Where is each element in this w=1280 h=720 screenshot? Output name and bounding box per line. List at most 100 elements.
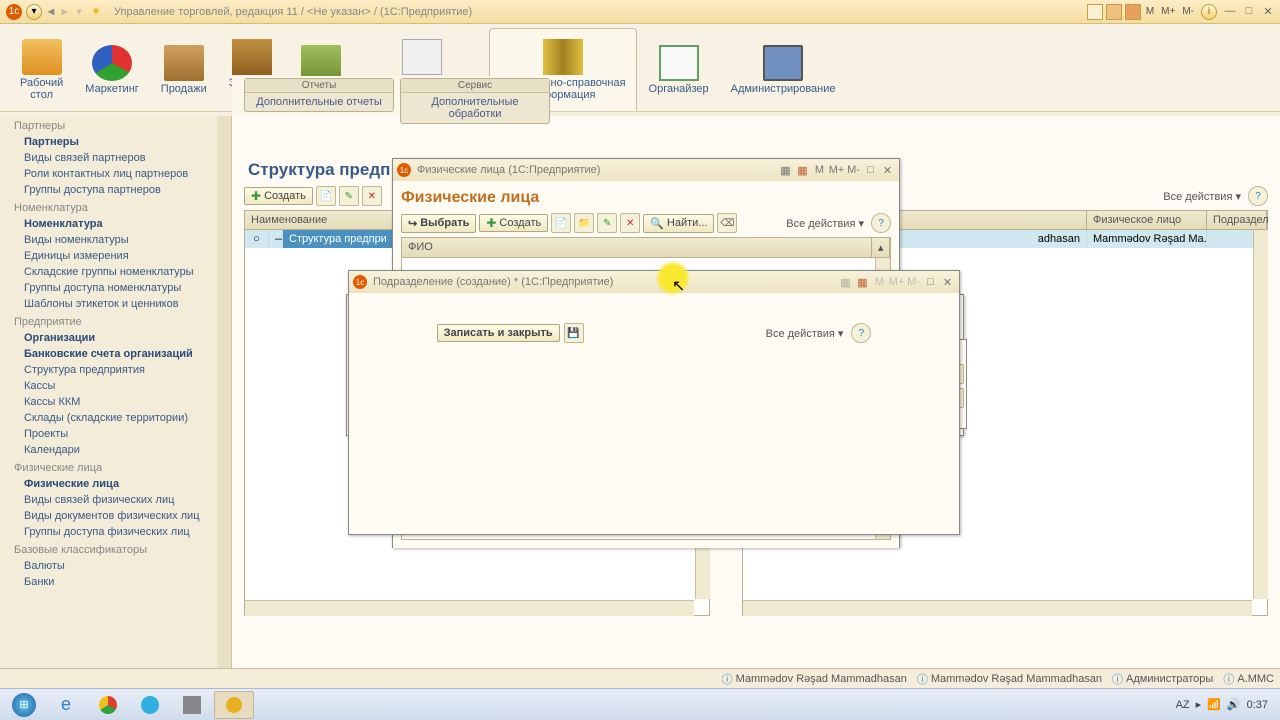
create-button[interactable]: ✚Создать <box>244 187 313 205</box>
col-fiz[interactable]: Физическое лицо <box>1087 211 1207 229</box>
delete-button[interactable]: ✕ <box>620 213 640 233</box>
tray-vol-icon[interactable]: 🔊 <box>1227 698 1241 711</box>
ribbon-admin[interactable]: Администрирование <box>721 28 846 111</box>
nav-item[interactable]: Роли контактных лиц партнеров <box>0 166 231 182</box>
taskbar-chrome[interactable] <box>88 691 128 719</box>
find-button[interactable]: 🔍Найти... <box>643 214 714 233</box>
nav-back-icon[interactable]: ◄ <box>44 6 58 18</box>
nav-item[interactable]: Банки <box>0 574 231 590</box>
grid-vscroll[interactable] <box>1253 230 1268 599</box>
help-button[interactable]: ? <box>871 213 891 233</box>
modal-m-[interactable]: M- <box>846 163 861 178</box>
nav-item[interactable]: Виды номенклатуры <box>0 232 231 248</box>
nav-item[interactable]: Группы доступа партнеров <box>0 182 231 198</box>
clock[interactable]: 0:37 <box>1247 699 1268 711</box>
nav-item[interactable]: Партнеры <box>0 134 231 150</box>
modal-max-icon[interactable]: □ <box>863 163 878 178</box>
nav-item[interactable]: Физические лица <box>0 476 231 492</box>
all-actions-dd[interactable]: Все действия ▾ <box>782 217 868 230</box>
delete-button[interactable]: ✕ <box>362 186 382 206</box>
nav-item[interactable]: Кассы ККМ <box>0 394 231 410</box>
ribbon-sales[interactable]: Продажи <box>151 28 217 111</box>
modal-tool-icon[interactable]: ▦ <box>838 275 853 290</box>
nav-scrollbar[interactable] <box>217 116 231 692</box>
system-tray[interactable]: AZ ▸ 📶 🔊 0:37 <box>1176 698 1276 711</box>
lang-indicator[interactable]: AZ <box>1176 699 1190 711</box>
nav-dd-icon[interactable]: ▾ <box>72 5 86 18</box>
modal-m-[interactable]: M- <box>906 275 921 290</box>
create-button[interactable]: ✚Создать <box>479 214 548 232</box>
nav-item[interactable]: Организации <box>0 330 231 346</box>
modal-tool2-icon[interactable]: ▦ <box>855 275 870 290</box>
save-button[interactable]: 💾 <box>564 323 584 343</box>
clear-filter-button[interactable]: ⌫ <box>717 213 737 233</box>
nav-item[interactable]: Шаблоны этикеток и ценников <box>0 296 231 312</box>
help-button[interactable]: ? <box>1248 186 1268 206</box>
nav-item[interactable]: Склады (складские территории) <box>0 410 231 426</box>
save-close-button[interactable]: Записать и закрыть <box>437 324 560 342</box>
nav-item[interactable]: Виды связей партнеров <box>0 150 231 166</box>
modal-m[interactable]: M <box>872 275 887 290</box>
tb-tool2-icon[interactable] <box>1106 4 1122 20</box>
close-button[interactable]: ✕ <box>1260 5 1276 19</box>
subtab-service[interactable]: Сервис Дополнительные обработки <box>400 78 550 124</box>
copy-button[interactable]: 📄 <box>316 186 336 206</box>
modal-close-icon[interactable]: ✕ <box>880 163 895 178</box>
tb-tool1-icon[interactable] <box>1087 4 1103 20</box>
nav-fwd-icon[interactable]: ► <box>58 6 72 18</box>
nav-item[interactable]: Банковские счета организаций <box>0 346 231 362</box>
modal-m[interactable]: M <box>812 163 827 178</box>
status-user2[interactable]: ⓘMammədov Rəşad Mammadhasan <box>917 671 1102 687</box>
edit-button[interactable]: ✎ <box>339 186 359 206</box>
folder-button[interactable]: 📁 <box>574 213 594 233</box>
all-actions-dd[interactable]: Все действия ▾ <box>1159 190 1245 203</box>
nav-item[interactable]: Валюты <box>0 558 231 574</box>
status-group[interactable]: ⓘАдминистраторы <box>1112 671 1213 687</box>
subtab-reports[interactable]: Отчеты Дополнительные отчеты <box>244 78 394 112</box>
modal-tool2-icon[interactable]: ▦ <box>795 163 810 178</box>
copy-button[interactable]: 📄 <box>551 213 571 233</box>
help-icon[interactable]: i <box>1201 4 1217 20</box>
ribbon-organizer[interactable]: Органайзер <box>639 28 719 111</box>
modal-m+[interactable]: M+ <box>829 163 844 178</box>
modal-max-icon[interactable]: □ <box>923 275 938 290</box>
tray-flag-icon[interactable]: ▸ <box>1196 698 1202 711</box>
nav-item[interactable]: Виды документов физических лиц <box>0 508 231 524</box>
nav-item[interactable]: Проекты <box>0 426 231 442</box>
ribbon-desktop[interactable]: Рабочийстол <box>10 28 73 111</box>
maximize-button[interactable]: □ <box>1241 5 1257 19</box>
m-button[interactable]: M <box>1144 6 1156 17</box>
nav-item[interactable]: Кассы <box>0 378 231 394</box>
taskbar-app2[interactable] <box>172 691 212 719</box>
status-db[interactable]: ⓘA.MMC <box>1223 671 1274 687</box>
main-menu-icon[interactable]: ▾ <box>26 4 42 20</box>
all-actions-dd[interactable]: Все действия ▾ <box>762 327 848 340</box>
grid-hscroll[interactable] <box>743 600 1252 616</box>
edit-button[interactable]: ✎ <box>597 213 617 233</box>
col-sort-icon[interactable]: ▴ <box>872 238 890 257</box>
nav-item[interactable]: Группы доступа физических лиц <box>0 524 231 540</box>
modal-m+[interactable]: M+ <box>889 275 904 290</box>
nav-item[interactable]: Структура предприятия <box>0 362 231 378</box>
col-podr[interactable]: Подраздел <box>1207 211 1267 229</box>
taskbar-ie[interactable]: e <box>46 691 86 719</box>
start-button[interactable]: ⊞ <box>4 691 44 719</box>
select-button[interactable]: ↪Выбрать <box>401 214 476 233</box>
nav-item[interactable]: Номенклатура <box>0 216 231 232</box>
tb-tool3-icon[interactable] <box>1125 4 1141 20</box>
status-user1[interactable]: ⓘMammədov Rəşad Mammadhasan <box>722 671 907 687</box>
col-fio[interactable]: ФИО <box>402 238 872 257</box>
nav-item[interactable]: Единицы измерения <box>0 248 231 264</box>
m-plus-button[interactable]: M+ <box>1159 6 1177 17</box>
modal-persons-titlebar[interactable]: 1c Физические лица (1С:Предприятие) ▦ ▦ … <box>393 159 899 181</box>
modal-dept-titlebar[interactable]: 1c Подразделение (создание) * (1С:Предпр… <box>349 271 959 293</box>
help-button[interactable]: ? <box>851 323 871 343</box>
nav-item[interactable]: Складские группы номенклатуры <box>0 264 231 280</box>
modal-tool-icon[interactable]: ▦ <box>778 163 793 178</box>
nav-item[interactable]: Группы доступа номенклатуры <box>0 280 231 296</box>
favorites-icon[interactable]: ★ <box>88 4 104 20</box>
ribbon-marketing[interactable]: Маркетинг <box>75 28 148 111</box>
modal-close-icon[interactable]: ✕ <box>940 275 955 290</box>
minimize-button[interactable]: — <box>1222 5 1238 19</box>
tray-net-icon[interactable]: 📶 <box>1207 698 1221 711</box>
